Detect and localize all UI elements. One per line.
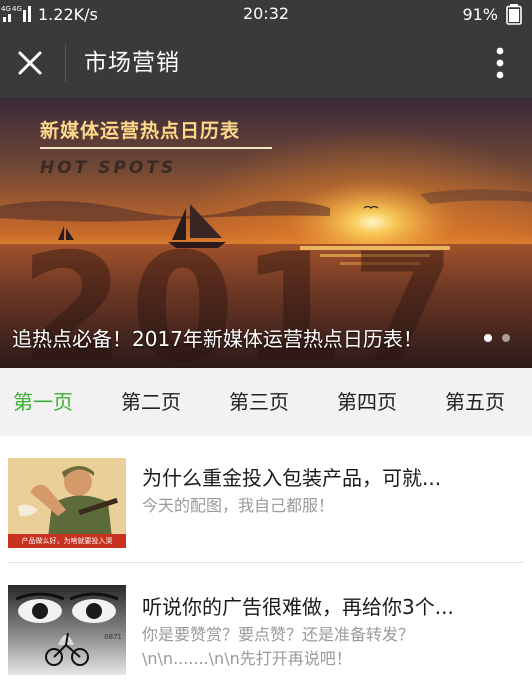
banner-subheadline: HOT SPOTS (40, 158, 177, 178)
article-thumbnail: 产品做么好，为啥就要投入哭 (8, 458, 126, 548)
article-title: 听说你的广告很难做，再给你3个... (142, 595, 454, 619)
list-item[interactable]: 产品做么好，为啥就要投入哭 为什么重金投入包装产品，可就... 今天的配图，我自… (0, 436, 532, 562)
page-title: 市场营销 (84, 50, 180, 76)
carousel-dot[interactable] (484, 334, 492, 342)
tab-page-4[interactable]: 第四页 (337, 368, 397, 436)
clock: 20:32 (242, 4, 290, 23)
battery-percent: 91% (462, 4, 498, 24)
more-vertical-icon (496, 47, 504, 79)
more-options-button[interactable] (482, 41, 518, 85)
article-description: 你是要赞赏？要点赞？还是准备转发？\n\n.......\n\n先打开再说吧！ (142, 625, 415, 668)
battery-icon (506, 4, 522, 25)
banner-underline (40, 147, 272, 149)
banner-carousel[interactable]: 2017 新媒体运营热点日历表 HOT SPOTS 追热点必备！2017年新媒体… (0, 98, 532, 368)
close-button[interactable] (8, 41, 52, 85)
thumbnail-caption: 0871 (104, 633, 122, 641)
tab-page-3[interactable]: 第三页 (229, 368, 289, 436)
tab-page-1[interactable]: 第一页 (13, 368, 73, 436)
status-bar: 4G 4G 1.22K/s 20:32 91% (0, 0, 532, 28)
banner-caption: 追热点必备！2017年新媒体运营热点日历表！ (12, 327, 423, 351)
article-thumbnail: 0871 (8, 585, 126, 675)
title-divider (65, 44, 66, 82)
article-description: 今天的配图，我自己都服！ (142, 496, 335, 515)
carousel-indicator (484, 334, 510, 342)
tab-page-2[interactable]: 第二页 (121, 368, 181, 436)
title-bar: 市场营销 (0, 28, 532, 98)
carousel-dot[interactable] (502, 334, 510, 342)
article-title: 为什么重金投入包装产品，可就... (142, 466, 442, 490)
tab-page-5[interactable]: 第五页 (445, 368, 505, 436)
close-icon (18, 51, 42, 75)
eyes-bicycle-image (8, 585, 126, 675)
list-item[interactable]: 0871 听说你的广告很难做，再给你3个... 你是要赞赏？要点赞？还是准备转发… (0, 563, 532, 684)
page-tabs: 第一页 第二页 第三页 第四页 第五页 (0, 368, 532, 436)
banner-headline: 新媒体运营热点日历表 (40, 120, 241, 142)
thumbnail-caption: 产品做么好，为啥就要投入哭 (21, 537, 113, 545)
